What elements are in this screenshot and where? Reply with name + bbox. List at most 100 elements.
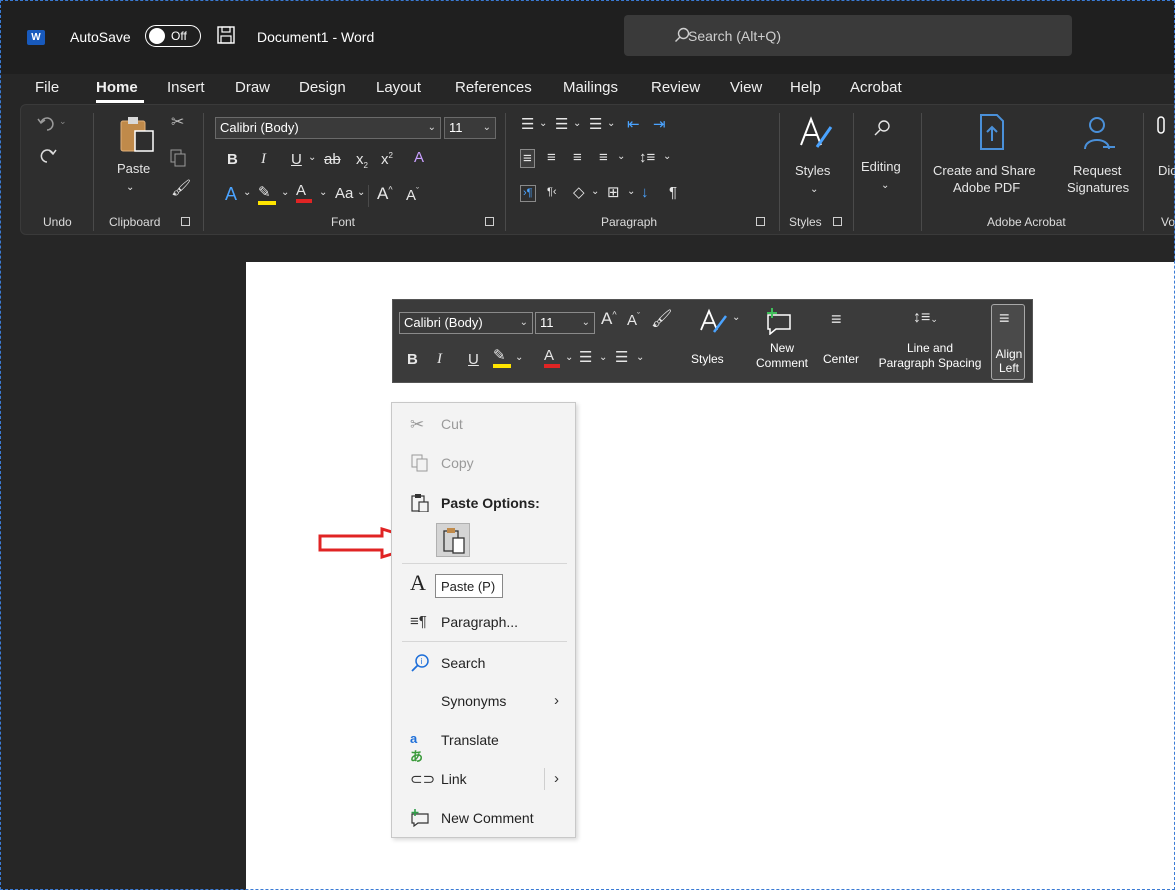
mini-font-color-icon[interactable]: A bbox=[544, 348, 560, 368]
menu-item-copy[interactable]: Copy bbox=[392, 446, 575, 480]
strikethrough-button[interactable]: ab bbox=[324, 152, 341, 167]
superscript-button[interactable]: x2 bbox=[381, 152, 393, 168]
justify-icon[interactable]: ≡ bbox=[599, 150, 608, 165]
menu-item-search[interactable]: i Search bbox=[392, 646, 575, 680]
menu-item-translate[interactable]: aあ Translate bbox=[392, 723, 575, 764]
styles-dropdown-icon[interactable]: ⌄ bbox=[810, 185, 818, 195]
mini-line-spacing-icon[interactable]: ↕≡⌄ bbox=[913, 310, 938, 326]
mini-center-label[interactable]: Center bbox=[819, 352, 863, 366]
tab-mailings[interactable]: Mailings bbox=[563, 79, 618, 96]
paste-dropdown-icon[interactable]: ⌄ bbox=[126, 183, 134, 193]
styles-label[interactable]: Styles bbox=[795, 163, 830, 178]
mini-styles-icon[interactable] bbox=[698, 308, 732, 334]
bold-button[interactable]: B bbox=[227, 152, 238, 167]
mini-font-size-dropdown[interactable]: 11 ⌄ bbox=[535, 312, 595, 334]
undo-dropdown-icon[interactable]: ⌄ bbox=[59, 117, 67, 126]
tab-home[interactable]: Home bbox=[96, 79, 138, 96]
change-case-dropdown-icon[interactable]: ⌄ bbox=[357, 188, 365, 198]
shrink-font-button[interactable]: Aˇ bbox=[406, 187, 419, 204]
tab-draw[interactable]: Draw bbox=[235, 79, 270, 96]
highlight-icon[interactable]: ✎ bbox=[258, 185, 276, 205]
mini-font-name-dropdown[interactable]: Calibri (Body) ⌄ bbox=[399, 312, 533, 334]
editing-label[interactable]: Editing bbox=[861, 159, 901, 174]
align-left-icon[interactable]: ≡ bbox=[520, 149, 535, 168]
numbering-icon[interactable]: ☰ bbox=[555, 117, 568, 132]
font-name-dropdown[interactable]: Calibri (Body) ⌄ bbox=[215, 117, 441, 139]
decrease-indent-icon[interactable]: ⇤ bbox=[627, 117, 640, 132]
grow-font-button[interactable]: A^ bbox=[377, 185, 393, 202]
editing-dropdown-icon[interactable]: ⌄ bbox=[881, 181, 889, 191]
copy-icon[interactable] bbox=[170, 149, 186, 167]
styles-dialog-launcher-icon[interactable] bbox=[833, 217, 842, 226]
mini-new-comment-icon[interactable] bbox=[764, 307, 794, 335]
mini-highlight-icon[interactable]: ✎ bbox=[493, 348, 511, 368]
text-effects-button[interactable]: A bbox=[225, 185, 237, 203]
font-size-dropdown[interactable]: 11 ⌄ bbox=[444, 117, 496, 139]
paste-label[interactable]: Paste bbox=[117, 161, 150, 176]
create-share-label-2[interactable]: Adobe PDF bbox=[953, 180, 1020, 195]
mini-font-color-dropdown-icon[interactable]: ⌄ bbox=[565, 353, 573, 363]
multilevel-list-icon[interactable]: ☰ bbox=[589, 117, 602, 132]
bullets-dropdown-icon[interactable]: ⌄ bbox=[539, 119, 547, 129]
underline-button[interactable]: U bbox=[291, 152, 302, 167]
align-right-icon[interactable]: ≡ bbox=[573, 150, 582, 165]
subscript-button[interactable]: x2 bbox=[356, 152, 368, 170]
mini-shrink-font-icon[interactable]: Aˇ bbox=[627, 312, 640, 329]
tab-acrobat[interactable]: Acrobat bbox=[850, 79, 902, 96]
tab-review[interactable]: Review bbox=[651, 79, 700, 96]
mini-align-left-button[interactable]: ≡ Align Left bbox=[991, 304, 1025, 380]
mini-numbering-dropdown-icon[interactable]: ⌄ bbox=[636, 353, 644, 363]
format-painter-icon[interactable]: 🖌 bbox=[171, 181, 191, 197]
tab-file[interactable]: File bbox=[35, 79, 59, 96]
mini-grow-font-icon[interactable]: A^ bbox=[601, 310, 617, 327]
mini-format-painter-icon[interactable]: 🖌 bbox=[651, 310, 673, 327]
paste-icon[interactable] bbox=[117, 115, 157, 153]
find-icon[interactable] bbox=[873, 119, 891, 137]
autosave-toggle[interactable]: Off bbox=[145, 25, 201, 47]
mini-highlight-dropdown-icon[interactable]: ⌄ bbox=[515, 353, 523, 363]
mini-italic-button[interactable]: I bbox=[437, 352, 442, 367]
ltr-icon[interactable]: ›¶ bbox=[520, 185, 536, 202]
mini-styles-dropdown-icon[interactable]: ⌄ bbox=[732, 313, 740, 323]
keep-text-only-paste-button[interactable] bbox=[436, 523, 470, 557]
save-icon[interactable] bbox=[217, 26, 235, 44]
borders-dropdown-icon[interactable]: ⌄ bbox=[627, 187, 635, 197]
dictate-icon[interactable] bbox=[1155, 115, 1165, 145]
clear-formatting-icon[interactable]: A bbox=[414, 150, 424, 165]
menu-item-paragraph[interactable]: ≡¶ Paragraph... bbox=[392, 605, 575, 639]
highlight-dropdown-icon[interactable]: ⌄ bbox=[281, 188, 289, 198]
chevron-right-icon[interactable]: › bbox=[554, 770, 559, 787]
request-signatures-icon[interactable] bbox=[1083, 115, 1117, 153]
styles-icon[interactable] bbox=[797, 115, 835, 151]
increase-indent-icon[interactable]: ⇥ bbox=[653, 117, 666, 132]
mini-new-comment-label-2[interactable]: Comment bbox=[748, 356, 816, 370]
show-formatting-button[interactable]: ¶ bbox=[669, 185, 677, 200]
italic-button[interactable]: I bbox=[261, 152, 266, 167]
mini-numbering-icon[interactable]: ☰ bbox=[615, 350, 628, 365]
create-share-label-1[interactable]: Create and Share bbox=[933, 163, 1036, 178]
mini-underline-button[interactable]: U bbox=[468, 352, 479, 367]
mini-new-comment-label-1[interactable]: New bbox=[756, 341, 808, 355]
change-case-button[interactable]: Aa bbox=[335, 186, 353, 201]
font-dialog-launcher-icon[interactable] bbox=[485, 217, 494, 226]
text-effects-dropdown-icon[interactable]: ⌄ bbox=[243, 188, 251, 198]
numbering-dropdown-icon[interactable]: ⌄ bbox=[573, 119, 581, 129]
tab-references[interactable]: References bbox=[455, 79, 532, 96]
create-pdf-icon[interactable] bbox=[977, 113, 1007, 155]
justify-dropdown-icon[interactable]: ⌄ bbox=[617, 152, 625, 162]
tab-layout[interactable]: Layout bbox=[376, 79, 421, 96]
rtl-icon[interactable]: ¶‹ bbox=[547, 187, 557, 198]
font-color-button[interactable]: A bbox=[296, 183, 312, 203]
tab-design[interactable]: Design bbox=[299, 79, 346, 96]
mini-bullets-icon[interactable]: ☰ bbox=[579, 350, 592, 365]
line-spacing-dropdown-icon[interactable]: ⌄ bbox=[663, 152, 671, 162]
mini-center-icon[interactable]: ≡ bbox=[831, 310, 842, 328]
mini-bullets-dropdown-icon[interactable]: ⌄ bbox=[599, 353, 607, 363]
tab-insert[interactable]: Insert bbox=[167, 79, 205, 96]
tab-view[interactable]: View bbox=[730, 79, 762, 96]
mini-line-spacing-label-2[interactable]: Paragraph Spacing bbox=[869, 356, 991, 370]
dictate-label[interactable]: Dic bbox=[1158, 163, 1175, 178]
redo-icon[interactable] bbox=[37, 147, 57, 165]
menu-item-synonyms[interactable]: Synonyms › bbox=[392, 684, 575, 718]
undo-icon[interactable] bbox=[37, 115, 57, 133]
